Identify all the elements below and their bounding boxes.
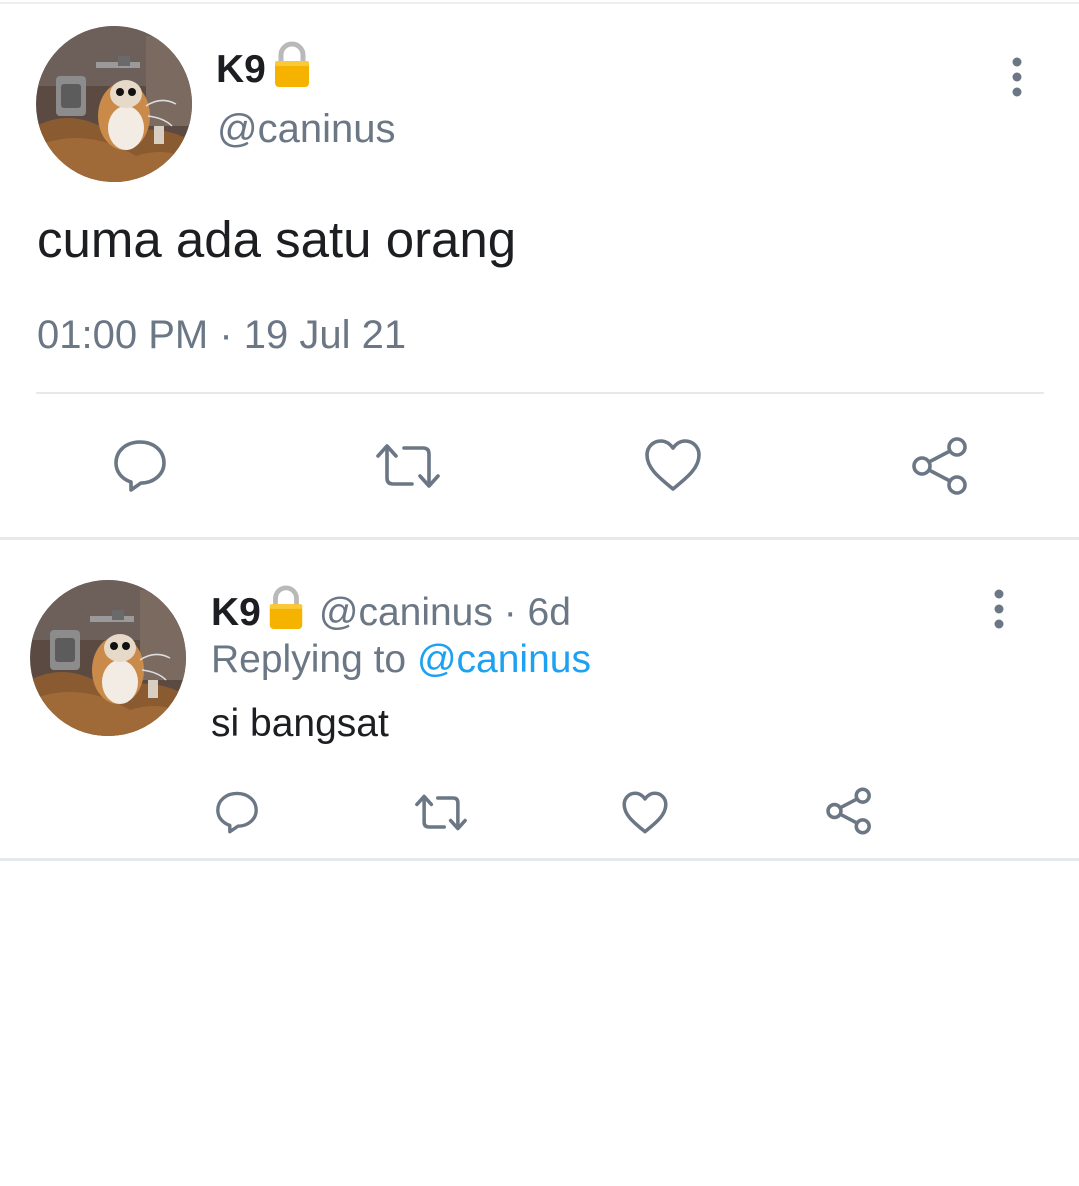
tweet-text: cuma ada satu orang — [37, 211, 517, 268]
reply-handle-text[interactable]: @caninus — [319, 591, 493, 634]
tweet-time: 01:00 PM — [37, 313, 209, 357]
handle[interactable]: @caninus — [217, 104, 395, 154]
reply-avatar[interactable] — [30, 580, 186, 736]
reply-icon — [216, 791, 258, 834]
porg-avatar-image — [30, 580, 186, 736]
lock-icon — [270, 40, 314, 100]
retweet-icon — [376, 444, 440, 488]
display-name-text[interactable]: K9 — [216, 46, 266, 94]
reply-age: 6d — [527, 591, 571, 634]
bottom-divider — [0, 858, 1079, 861]
tweet-separator — [0, 537, 1079, 540]
avatar[interactable] — [36, 26, 192, 182]
like-button[interactable] — [620, 788, 670, 836]
tweet-timestamp: 01:00 PM · 19 Jul 21 — [37, 310, 406, 360]
display-name[interactable]: K9 — [216, 40, 314, 100]
share-button[interactable] — [908, 434, 972, 498]
like-icon — [622, 791, 668, 833]
reply-button[interactable] — [212, 786, 262, 836]
share-icon — [912, 437, 967, 495]
divider — [36, 392, 1044, 394]
replying-prefix: Replying to — [211, 638, 417, 681]
reply-display-name[interactable]: K9 — [211, 589, 261, 637]
share-icon — [826, 787, 871, 835]
retweet-button[interactable] — [412, 788, 470, 836]
reply-header: K9 @caninus · 6d — [211, 584, 571, 642]
more-options-icon[interactable] — [1001, 56, 1033, 100]
replying-to: Replying to @caninus — [211, 636, 591, 684]
lock-icon — [265, 584, 307, 642]
share-button[interactable] — [824, 786, 874, 836]
like-icon — [645, 439, 701, 491]
more-options-icon[interactable] — [983, 588, 1015, 632]
reply-text: si bangsat — [211, 702, 389, 745]
tweet-date: 19 Jul 21 — [243, 313, 407, 357]
retweet-button[interactable] — [372, 436, 444, 496]
reply-button[interactable] — [108, 432, 172, 496]
replying-mention-link[interactable]: @caninus — [417, 638, 591, 681]
top-divider — [0, 2, 1079, 4]
reply-handle[interactable]: @caninus · 6d — [319, 589, 571, 637]
meta-separator: · — [208, 313, 244, 357]
reply-separator: · — [492, 591, 528, 634]
retweet-icon — [415, 794, 467, 830]
reply-icon — [114, 440, 166, 492]
porg-avatar-image — [36, 26, 192, 182]
like-button[interactable] — [642, 434, 704, 496]
